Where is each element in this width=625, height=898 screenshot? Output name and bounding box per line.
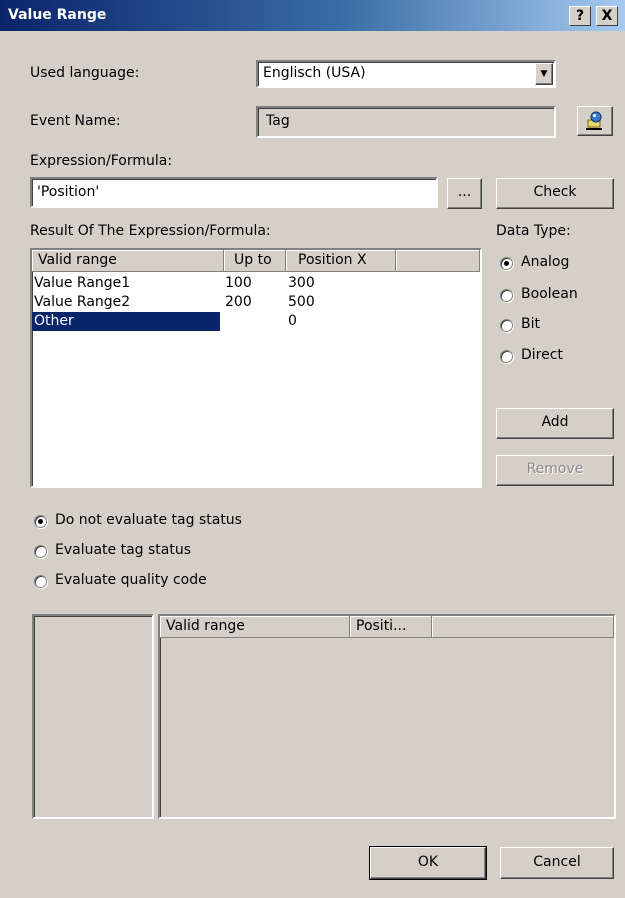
expression-value: 'Position' <box>37 184 100 200</box>
cell-up-to: 100 <box>225 275 252 291</box>
event-name-value: Tag <box>266 113 290 129</box>
radio-label-bit: Bit <box>521 316 540 332</box>
chevron-down-icon[interactable]: ▼ <box>535 63 553 85</box>
column-header-position-x[interactable]: Position X <box>286 250 396 272</box>
status-table[interactable]: Valid range Positi... <box>158 614 616 819</box>
language-label: Used language: <box>30 65 140 81</box>
cell-valid-range: Value Range2 <box>34 294 131 310</box>
expression-input[interactable]: 'Position' <box>30 177 438 208</box>
column-header-up-to[interactable]: Up to <box>224 250 286 272</box>
radio-label-evaluate-tag-status: Evaluate tag status <box>55 542 192 558</box>
radio-label-evaluate-quality-code: Evaluate quality code <box>55 572 207 588</box>
help-button[interactable]: ? <box>569 6 591 26</box>
event-name-label: Event Name: <box>30 113 121 129</box>
tag-selection-button[interactable] <box>577 106 613 136</box>
status-column-header-empty <box>432 616 614 638</box>
table-row[interactable]: Value Range2 200 500 <box>32 293 480 312</box>
check-button[interactable]: Check <box>496 178 614 209</box>
radio-selected-dot <box>504 261 509 266</box>
cancel-button[interactable]: Cancel <box>500 847 614 879</box>
result-table[interactable]: Valid range Up to Position X Value Range… <box>30 248 482 488</box>
remove-button[interactable]: Remove <box>496 455 614 486</box>
cell-position-x: 500 <box>288 294 315 310</box>
status-column-header-valid-range[interactable]: Valid range <box>160 616 350 638</box>
expression-label: Expression/Formula: <box>30 153 173 169</box>
radio-analog[interactable] <box>500 257 513 270</box>
cell-up-to: 200 <box>225 294 252 310</box>
language-select[interactable]: Englisch (USA) ▼ <box>256 60 556 88</box>
status-list-panel[interactable] <box>32 614 154 819</box>
radio-label-analog: Analog <box>521 254 570 270</box>
window-title: Value Range <box>8 7 107 23</box>
radio-label-do-not-evaluate: Do not evaluate tag status <box>55 512 242 528</box>
radio-label-direct: Direct <box>521 347 563 363</box>
radio-selected-dot <box>38 519 43 524</box>
radio-boolean[interactable] <box>500 289 513 302</box>
language-value: Englisch (USA) <box>263 65 366 81</box>
radio-do-not-evaluate[interactable] <box>34 515 47 528</box>
result-label: Result Of The Expression/Formula: <box>30 223 271 239</box>
radio-label-boolean: Boolean <box>521 286 578 302</box>
add-button[interactable]: Add <box>496 408 614 439</box>
browse-button[interactable]: ... <box>447 178 482 209</box>
event-name-field: Tag <box>256 106 556 138</box>
cell-valid-range: Value Range1 <box>34 275 131 291</box>
title-bar: Value Range ? X <box>0 0 625 31</box>
ok-button[interactable]: OK <box>369 846 487 880</box>
radio-evaluate-tag-status[interactable] <box>34 545 47 558</box>
radio-evaluate-quality-code[interactable] <box>34 575 47 588</box>
data-type-label: Data Type: <box>496 223 571 239</box>
status-column-header-position[interactable]: Positi... <box>350 616 432 638</box>
radio-bit[interactable] <box>500 319 513 332</box>
cell-position-x: 0 <box>288 313 297 329</box>
tag-select-icon <box>586 111 602 130</box>
cell-position-x: 300 <box>288 275 315 291</box>
table-row-selected[interactable]: Other 0 <box>32 312 480 331</box>
radio-direct[interactable] <box>500 350 513 363</box>
column-header-empty <box>396 250 480 272</box>
cell-valid-range: Other <box>32 312 220 331</box>
table-row[interactable]: Value Range1 100 300 <box>32 274 480 293</box>
close-button[interactable]: X <box>596 6 618 26</box>
column-header-valid-range[interactable]: Valid range <box>32 250 224 272</box>
